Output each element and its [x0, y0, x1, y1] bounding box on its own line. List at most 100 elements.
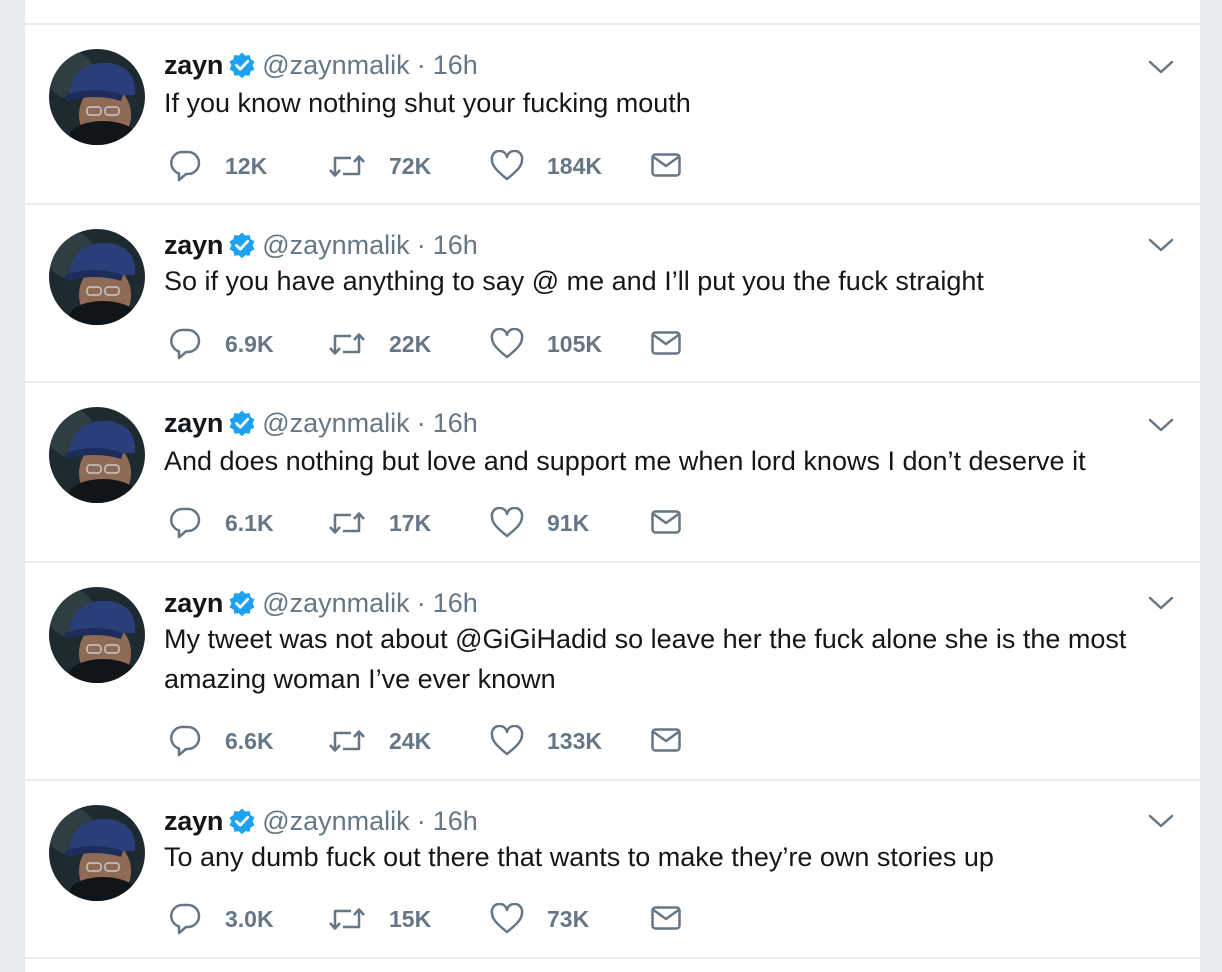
display-name[interactable]: zayn: [164, 50, 223, 81]
verified-badge-icon: [228, 807, 256, 835]
dm-button[interactable]: [651, 506, 681, 540]
handle[interactable]: @zaynmalik: [262, 408, 409, 439]
display-name[interactable]: zayn: [164, 230, 223, 261]
timestamp[interactable]: 16h: [433, 50, 478, 81]
like-button[interactable]: 133K: [490, 724, 602, 758]
retweet-button[interactable]: 17K: [328, 506, 431, 540]
reply-count: 12K: [225, 152, 268, 179]
handle[interactable]: @zaynmalik: [262, 50, 409, 81]
heart-icon: [490, 328, 524, 360]
handle[interactable]: @zaynmalik: [262, 806, 409, 837]
envelope-icon: [651, 510, 681, 536]
reply-button[interactable]: 3.0K: [168, 902, 274, 936]
reply-button[interactable]: 6.1K: [168, 506, 274, 540]
avatar[interactable]: [49, 805, 145, 901]
display-name[interactable]: zayn: [164, 588, 223, 619]
avatar[interactable]: [49, 49, 145, 145]
timestamp[interactable]: 16h: [433, 588, 478, 619]
handle[interactable]: @zaynmalik: [262, 588, 409, 619]
timestamp[interactable]: 16h: [433, 806, 478, 837]
reply-button[interactable]: 12K: [168, 149, 267, 183]
retweet-button[interactable]: 72K: [328, 149, 431, 183]
like-count: 184K: [547, 152, 602, 179]
separator-dot: ·: [416, 805, 426, 836]
retweet-button[interactable]: 22K: [328, 327, 431, 361]
verified-badge-icon: [228, 589, 256, 617]
envelope-icon: [651, 728, 681, 754]
display-name[interactable]: zayn: [164, 806, 223, 837]
tweet-text: So if you have anything to say @ me and …: [164, 261, 1179, 301]
tweet-text-line: If you know nothing shut your fucking mo…: [164, 88, 691, 118]
retweet-count: 17K: [389, 509, 432, 536]
reply-button[interactable]: 6.6K: [168, 724, 274, 758]
heart-icon: [490, 903, 524, 935]
like-count: 91K: [547, 509, 590, 536]
partial-tweet-actions: [168, 0, 768, 6]
reply-count: 3.0K: [225, 905, 274, 932]
verified-badge-icon: [228, 51, 256, 79]
tweet-actions: 6.9K 22K 105K: [168, 327, 768, 361]
retweet-count: 24K: [389, 727, 432, 754]
tweet-text-line: amazing woman I’ve ever known: [164, 664, 556, 694]
handle[interactable]: @zaynmalik: [262, 230, 409, 261]
reply-icon: [168, 506, 202, 540]
reply-button[interactable]: 6.9K: [168, 327, 274, 361]
display-name[interactable]: zayn: [164, 408, 223, 439]
tweet-header: zayn @zaynmalik · 16h: [164, 403, 478, 443]
retweet-icon: [328, 151, 366, 181]
retweet-count: 15K: [389, 905, 432, 932]
like-button[interactable]: 184K: [490, 149, 602, 183]
retweet-icon: [328, 508, 366, 538]
envelope-icon: [651, 906, 681, 932]
timestamp[interactable]: 16h: [433, 408, 478, 439]
tweet[interactable]: zayn @zaynmalik · 16h And does nothing b…: [25, 383, 1200, 563]
chevron-down-icon[interactable]: [1146, 415, 1176, 435]
avatar[interactable]: [49, 229, 145, 325]
partial-tweet: [25, 0, 1200, 25]
envelope-icon: [651, 331, 681, 357]
tweet[interactable]: zayn @zaynmalik · 16h If you know nothin…: [25, 25, 1200, 205]
like-button[interactable]: 91K: [490, 506, 589, 540]
tweet-header: zayn @zaynmalik · 16h: [164, 225, 478, 265]
tweet-header: zayn @zaynmalik · 16h: [164, 583, 478, 623]
verified-badge-icon: [228, 409, 256, 437]
chevron-down-icon[interactable]: [1146, 57, 1176, 77]
like-button[interactable]: 105K: [490, 327, 602, 361]
tweet-text-line: To any dumb fuck out there that wants to…: [164, 842, 994, 872]
like-count: 73K: [547, 905, 590, 932]
tweet-text: To any dumb fuck out there that wants to…: [164, 837, 1179, 877]
chevron-down-icon[interactable]: [1146, 593, 1176, 613]
tweet-text-line: So if you have anything to say @ me and …: [164, 266, 984, 296]
avatar[interactable]: [49, 407, 145, 503]
heart-icon: [490, 507, 524, 539]
dm-button[interactable]: [651, 149, 681, 183]
retweet-count: 22K: [389, 330, 432, 357]
separator-dot: ·: [416, 407, 426, 438]
dm-button[interactable]: [651, 0, 681, 6]
timestamp[interactable]: 16h: [433, 230, 478, 261]
dm-button[interactable]: [651, 724, 681, 758]
timeline: zayn @zaynmalik · 16h If you know nothin…: [25, 0, 1200, 972]
chevron-down-icon[interactable]: [1146, 811, 1176, 831]
tweet[interactable]: zayn @zaynmalik · 16h To any dumb fuck o…: [25, 781, 1200, 959]
separator-dot: ·: [416, 49, 426, 80]
separator-dot: ·: [416, 587, 426, 618]
like-button[interactable]: 73K: [490, 902, 589, 936]
dm-button[interactable]: [651, 327, 681, 361]
retweet-button[interactable]: 15K: [328, 902, 431, 936]
verified-badge-icon: [228, 231, 256, 259]
tweet[interactable]: zayn @zaynmalik · 16h So if you have any…: [25, 205, 1200, 383]
reply-icon: [168, 149, 202, 183]
avatar[interactable]: [49, 587, 145, 683]
tweet-header: zayn @zaynmalik · 16h: [164, 45, 478, 85]
separator-dot: ·: [416, 229, 426, 260]
retweet-button[interactable]: 24K: [328, 724, 431, 758]
tweet-actions: 6.1K 17K 91K: [168, 506, 768, 540]
reply-icon: [168, 327, 202, 361]
chevron-down-icon[interactable]: [1146, 235, 1176, 255]
tweet-header: zayn @zaynmalik · 16h: [164, 801, 478, 841]
envelope-icon: [651, 0, 681, 2]
dm-button[interactable]: [651, 902, 681, 936]
reply-count: 6.1K: [225, 509, 274, 536]
tweet[interactable]: zayn @zaynmalik · 16h My tweet was not a…: [25, 563, 1200, 781]
